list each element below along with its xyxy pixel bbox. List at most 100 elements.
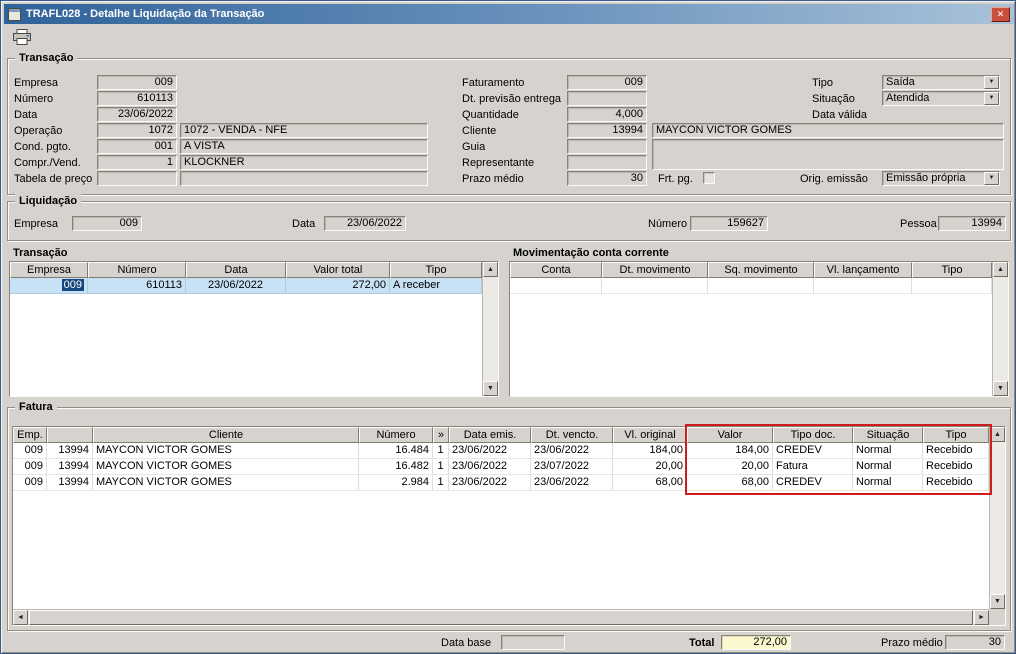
table-cell[interactable]: 184,00 [687, 443, 773, 459]
table-cell[interactable]: 20,00 [687, 459, 773, 475]
tabela-preco-code-field[interactable] [97, 171, 177, 186]
table-cell[interactable]: 23/06/2022 [531, 475, 613, 491]
dt-previsao-field[interactable] [567, 91, 647, 106]
table-cell[interactable]: Normal [853, 443, 923, 459]
column-header[interactable]: Tipo [912, 262, 992, 278]
table-cell[interactable]: 2.984 [359, 475, 433, 491]
table-cell[interactable]: 23/07/2022 [531, 459, 613, 475]
table-cell[interactable]: 1 [433, 475, 449, 491]
scrollbar-thumb[interactable] [29, 610, 973, 625]
column-header[interactable]: Situação [853, 427, 923, 443]
chevron-down-icon[interactable]: ▼ [984, 92, 999, 105]
scroll-up-icon[interactable]: ▲ [483, 262, 498, 277]
close-button[interactable]: ✕ [991, 6, 1010, 22]
cond-pgto-code-field[interactable]: 001 [97, 139, 177, 154]
table-cell[interactable]: 184,00 [613, 443, 687, 459]
guia-field[interactable] [567, 139, 647, 154]
table-cell[interactable]: 68,00 [613, 475, 687, 491]
table-cell[interactable]: Normal [853, 475, 923, 491]
table-row[interactable]: 009 13994 MAYCON VICTOR GOMES 16.484 1 2… [13, 443, 989, 459]
column-header[interactable]: Empresa [10, 262, 88, 278]
column-header[interactable]: Tipo doc. [773, 427, 853, 443]
table-cell[interactable]: MAYCON VICTOR GOMES [93, 475, 359, 491]
scroll-down-icon[interactable]: ▼ [483, 381, 498, 396]
table-cell[interactable]: 009 [13, 475, 47, 491]
tabela-preco-desc-field[interactable] [180, 171, 428, 186]
column-header[interactable] [47, 427, 93, 443]
column-header[interactable]: » [433, 427, 449, 443]
column-header[interactable]: Número [88, 262, 186, 278]
table-cell[interactable]: MAYCON VICTOR GOMES [93, 443, 359, 459]
column-header[interactable]: Sq. movimento [708, 262, 814, 278]
compr-vend-desc-field[interactable]: KLOCKNER [180, 155, 428, 170]
horizontal-scrollbar[interactable]: ◄ ► [13, 609, 989, 625]
table-cell[interactable]: CREDEV [773, 475, 853, 491]
liq-empresa-field[interactable]: 009 [72, 216, 142, 231]
table-cell[interactable]: 13994 [47, 475, 93, 491]
operacao-code-field[interactable]: 1072 [97, 123, 177, 138]
table-cell[interactable]: 20,00 [613, 459, 687, 475]
tipo-combobox[interactable]: Saída ▼ [882, 75, 1000, 90]
table-cell[interactable]: 009 [13, 459, 47, 475]
table-cell[interactable]: Recebido [923, 475, 989, 491]
table-cell[interactable]: 23/06/2022 [531, 443, 613, 459]
title-bar[interactable]: TRAFL028 - Detalhe Liquidação da Transaç… [4, 4, 1014, 24]
column-header[interactable]: Vl. lançamento [814, 262, 912, 278]
scroll-down-icon[interactable]: ▼ [990, 594, 1005, 609]
scroll-right-icon[interactable]: ► [974, 610, 989, 625]
table-cell[interactable]: 68,00 [687, 475, 773, 491]
table-cell[interactable]: A receber [390, 278, 482, 294]
cliente-desc-field[interactable]: MAYCON VICTOR GOMES [652, 123, 1004, 138]
column-header[interactable]: Data [186, 262, 286, 278]
table-row[interactable]: 009 13994 MAYCON VICTOR GOMES 2.984 1 23… [13, 475, 989, 491]
orig-emissao-combobox[interactable]: Emissão própria ▼ [882, 171, 1000, 186]
table-cell[interactable]: Normal [853, 459, 923, 475]
column-header[interactable]: Valor total [286, 262, 390, 278]
selected-cell[interactable]: 009 [61, 279, 84, 291]
column-header[interactable]: Data emis. [449, 427, 531, 443]
scroll-up-icon[interactable]: ▲ [990, 427, 1005, 442]
compr-vend-code-field[interactable]: 1 [97, 155, 177, 170]
numero-field[interactable]: 610113 [97, 91, 177, 106]
liq-numero-field[interactable]: 159627 [690, 216, 768, 231]
frt-pg-checkbox[interactable] [703, 172, 715, 184]
table-cell[interactable]: 23/06/2022 [449, 475, 531, 491]
operacao-desc-field[interactable]: 1072 - VENDA - NFE [180, 123, 428, 138]
cliente-extra-field[interactable] [652, 139, 1004, 170]
situacao-combobox[interactable]: Atendida ▼ [882, 91, 1000, 106]
scroll-down-icon[interactable]: ▼ [993, 381, 1008, 396]
chevron-down-icon[interactable]: ▼ [984, 76, 999, 89]
representante-field[interactable] [567, 155, 647, 170]
table-cell[interactable]: Fatura [773, 459, 853, 475]
table-cell[interactable]: 23/06/2022 [449, 459, 531, 475]
faturamento-field[interactable]: 009 [567, 75, 647, 90]
data-base-field[interactable] [501, 635, 565, 650]
table-cell[interactable]: 23/06/2022 [449, 443, 531, 459]
table-cell[interactable]: 23/06/2022 [186, 278, 286, 294]
cond-pgto-desc-field[interactable]: A VISTA [180, 139, 428, 154]
column-header[interactable]: Tipo [923, 427, 989, 443]
chevron-down-icon[interactable]: ▼ [984, 172, 999, 185]
column-header[interactable]: Valor [687, 427, 773, 443]
column-header[interactable]: Tipo [390, 262, 482, 278]
column-header[interactable]: Emp. [13, 427, 47, 443]
liq-pessoa-field[interactable]: 13994 [938, 216, 1006, 231]
print-button[interactable] [9, 28, 35, 50]
liq-data-field[interactable]: 23/06/2022 [324, 216, 406, 231]
table-cell[interactable]: 13994 [47, 443, 93, 459]
column-header[interactable]: Dt. movimento [602, 262, 708, 278]
column-header[interactable]: Conta [510, 262, 602, 278]
scroll-left-icon[interactable]: ◄ [13, 610, 28, 625]
table-row[interactable]: 009 610113 23/06/2022 272,00 A receber [10, 278, 482, 294]
data-field[interactable]: 23/06/2022 [97, 107, 177, 122]
table-cell[interactable]: 13994 [47, 459, 93, 475]
scroll-up-icon[interactable]: ▲ [993, 262, 1008, 277]
vertical-scrollbar[interactable]: ▲ ▼ [992, 262, 1008, 396]
vertical-scrollbar[interactable]: ▲ ▼ [989, 427, 1005, 609]
table-cell[interactable]: 1 [433, 459, 449, 475]
table-cell[interactable]: Recebido [923, 459, 989, 475]
table-cell[interactable]: MAYCON VICTOR GOMES [93, 459, 359, 475]
table-cell[interactable]: 272,00 [286, 278, 390, 294]
table-row[interactable]: 009 13994 MAYCON VICTOR GOMES 16.482 1 2… [13, 459, 989, 475]
table-cell[interactable]: 1 [433, 443, 449, 459]
